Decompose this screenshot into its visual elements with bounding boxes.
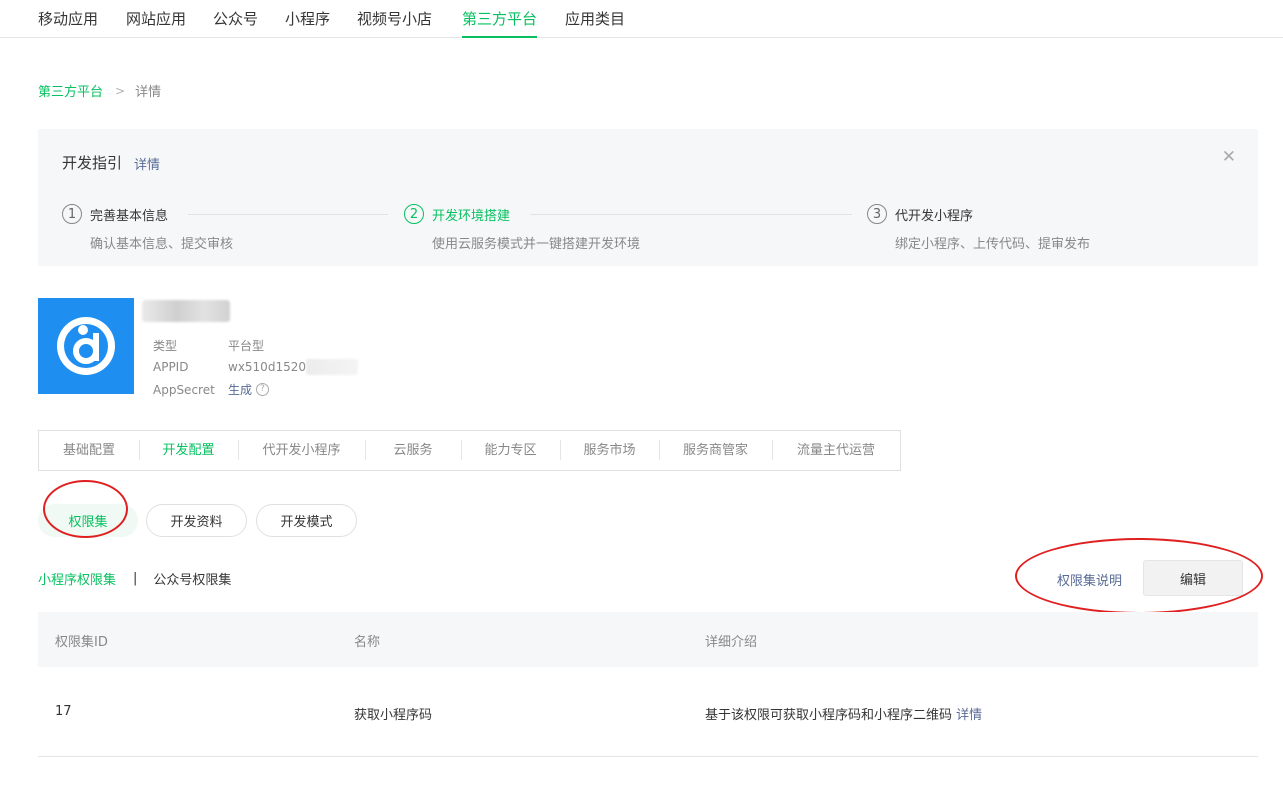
tab-third-party-platform[interactable]: 第三方平台 xyxy=(462,8,538,38)
tab-official-account-permissions[interactable]: 公众号权限集 xyxy=(153,569,231,588)
tab-website-app[interactable]: 网站应用 xyxy=(126,8,186,38)
appid-label: APPID xyxy=(153,360,189,374)
tab-mini-program[interactable]: 小程序 xyxy=(285,8,330,38)
tab-mobile-app[interactable]: 移动应用 xyxy=(38,8,98,38)
column-header-desc: 详细介绍 xyxy=(705,635,758,650)
app-logo xyxy=(38,298,134,394)
column-header-id: 权限集ID xyxy=(55,635,108,650)
step-description: 确认基本信息、提交审核 xyxy=(90,237,234,252)
breadcrumb-parent-link[interactable]: 第三方平台 xyxy=(38,81,103,100)
cell-desc-text: 基于该权限可获取小程序码和小程序二维码 xyxy=(705,708,953,723)
tab-mini-program-permissions[interactable]: 小程序权限集 xyxy=(38,569,116,588)
subtab-capability-zone[interactable]: 能力专区 xyxy=(461,430,560,471)
guide-detail-link[interactable]: 详情 xyxy=(134,154,160,173)
tab-official-account[interactable]: 公众号 xyxy=(213,8,258,38)
breadcrumb: 第三方平台 > 详情 xyxy=(38,81,162,101)
step-description: 绑定小程序、上传代码、提审发布 xyxy=(895,237,1091,252)
table-row: 17 获取小程序码 基于该权限可获取小程序码和小程序二维码 详情 xyxy=(38,667,1258,757)
app-type-row: 类型 平台型 xyxy=(153,337,264,354)
column-header-name: 名称 xyxy=(354,635,381,650)
permission-tabs: 小程序权限集 | 公众号权限集 xyxy=(38,569,231,588)
dev-guide-panel: 开发指引 详情 ✕ 1 完善基本信息 确认基本信息、提交审核 2 开发环境搭建 … xyxy=(38,129,1258,266)
config-subtabs: 基础配置 开发配置 代开发小程序 云服务 能力专区 服务市场 服务商管家 流量主… xyxy=(38,430,901,471)
guide-step-3: 3 代开发小程序 绑定小程序、上传代码、提审发布 xyxy=(867,204,1090,252)
subtab-cloud-service[interactable]: 云服务 xyxy=(365,430,461,471)
subtab-basic-config[interactable]: 基础配置 xyxy=(39,430,139,471)
subtab-dev-config[interactable]: 开发配置 xyxy=(139,430,238,471)
cell-id: 17 xyxy=(55,704,72,719)
step-name: 完善基本信息 xyxy=(90,208,169,224)
generate-secret-link[interactable]: 生成 xyxy=(228,381,252,398)
close-icon[interactable]: ✕ xyxy=(1222,149,1236,166)
type-value: 平台型 xyxy=(228,339,265,353)
guide-step-1: 1 完善基本信息 确认基本信息、提交审核 xyxy=(62,204,233,252)
appsecret-label: AppSecret xyxy=(153,382,215,397)
table-header: 权限集ID 名称 详细介绍 xyxy=(38,612,1258,667)
appid-redacted xyxy=(305,359,358,375)
type-label: 类型 xyxy=(153,339,178,353)
appid-row: APPID wx510d1520 xyxy=(153,359,358,375)
chevron-right-icon: > xyxy=(115,83,126,98)
guide-title: 开发指引 xyxy=(62,154,123,172)
step-connector xyxy=(188,214,388,215)
subtab-provider-manager[interactable]: 服务商管家 xyxy=(659,430,772,471)
tab-divider: | xyxy=(133,571,138,586)
edit-button[interactable]: 编辑 xyxy=(1143,560,1243,596)
cell-name: 获取小程序码 xyxy=(354,708,433,723)
step-number: 3 xyxy=(867,204,887,224)
guide-step-2: 2 开发环境搭建 使用云服务模式并一键搭建开发环境 xyxy=(404,204,640,252)
step-description: 使用云服务模式并一键搭建开发环境 xyxy=(432,237,641,252)
appid-value: wx510d1520 xyxy=(228,360,306,374)
tab-channels-store[interactable]: 视频号小店 xyxy=(357,8,432,38)
cell-detail-link[interactable]: 详情 xyxy=(956,708,982,723)
permission-set-pill[interactable]: 权限集 xyxy=(38,504,138,537)
subtab-service-market[interactable]: 服务市场 xyxy=(560,430,659,471)
top-nav: 移动应用 网站应用 公众号 小程序 视频号小店 第三方平台 应用类目 xyxy=(0,0,1283,38)
help-icon[interactable]: ? xyxy=(256,383,270,396)
step-name: 代开发小程序 xyxy=(895,208,974,224)
step-connector xyxy=(530,214,852,215)
permission-explain-link[interactable]: 权限集说明 xyxy=(1057,570,1122,589)
step-name: 开发环境搭建 xyxy=(432,208,511,224)
subtab-dev-mini-program[interactable]: 代开发小程序 xyxy=(238,430,365,471)
step-number: 2 xyxy=(404,204,424,224)
appsecret-row: AppSecret 生成 ? xyxy=(153,381,270,398)
step-number: 1 xyxy=(62,204,82,224)
breadcrumb-current: 详情 xyxy=(135,85,162,100)
subtab-traffic-operation[interactable]: 流量主代运营 xyxy=(772,430,900,471)
cell-desc: 基于该权限可获取小程序码和小程序二维码 详情 xyxy=(705,704,982,723)
dev-resources-pill[interactable]: 开发资料 xyxy=(146,504,247,537)
dev-mode-pill[interactable]: 开发模式 xyxy=(256,504,357,537)
app-name-redacted xyxy=(142,300,230,322)
app-logo-icon xyxy=(57,317,115,375)
tab-app-category[interactable]: 应用类目 xyxy=(565,8,625,38)
